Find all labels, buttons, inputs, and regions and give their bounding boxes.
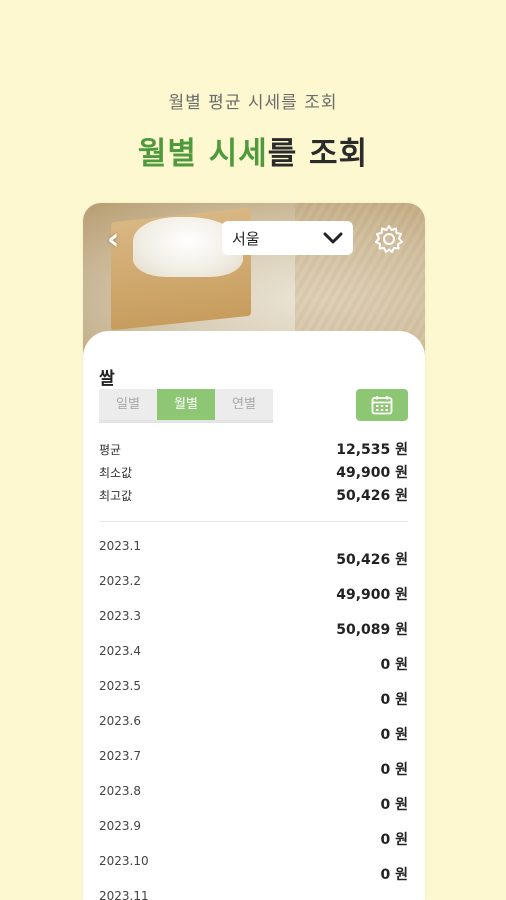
region-value: 서울 — [232, 229, 260, 248]
list-item: 2023.2 49,900 원 — [99, 574, 408, 609]
calendar-button[interactable] — [356, 389, 408, 421]
list-item-price: 50,426 원 — [336, 552, 408, 568]
region-select[interactable]: 서울 — [222, 221, 353, 255]
tab-monthly[interactable]: 월별 — [157, 389, 215, 420]
list-item-price: 0 원 — [380, 657, 409, 673]
list-item-date: 2023.7 — [99, 749, 141, 763]
list-item: 2023.9 0 원 — [99, 819, 408, 854]
list-item-date: 2023.4 — [99, 644, 141, 658]
list-item-date: 2023.3 — [99, 609, 141, 623]
promo-headline: 월별 시세를 조회 — [0, 128, 506, 173]
list-item: 2023.6 0 원 — [99, 714, 408, 749]
min-label: 최소값 — [99, 466, 133, 480]
list-item-date: 2023.2 — [99, 574, 141, 588]
summary-block: 평균 12,535 원 최소값 49,900 원 최고값 50,426 원 — [99, 439, 408, 508]
list-item-price: 0 원 — [380, 797, 409, 813]
list-item-price: 49,900 원 — [336, 587, 408, 603]
list-item-date: 2023.6 — [99, 714, 141, 728]
summary-min-row: 최소값 49,900 원 — [99, 462, 408, 485]
summary-max-row: 최고값 50,426 원 — [99, 485, 408, 508]
back-button[interactable]: ‹ — [107, 225, 131, 255]
list-item: 2023.1 50,426 원 — [99, 539, 408, 574]
monthly-price-list: 2023.1 50,426 원 2023.2 49,900 원 2023.3 50,0… — [99, 539, 408, 900]
list-item-price: 0 원 — [380, 762, 409, 778]
divider — [99, 521, 408, 522]
tab-yearly[interactable]: 연별 — [215, 389, 273, 420]
min-value: 49,900 원 — [336, 465, 408, 481]
average-label: 평균 — [99, 443, 122, 457]
period-tabs: 일별 월별 연별 — [99, 389, 273, 423]
list-item-date: 2023.1 — [99, 539, 141, 553]
list-item-price: 0 원 — [380, 692, 409, 708]
list-item-date: 2023.9 — [99, 819, 141, 833]
tab-daily[interactable]: 일별 — [99, 389, 157, 420]
list-item-date: 2023.10 — [99, 854, 149, 868]
headline-highlight: 월별 시세 — [137, 136, 268, 172]
list-item: 2023.3 50,089 원 — [99, 609, 408, 644]
calendar-icon — [371, 396, 393, 415]
summary-average-row: 평균 12,535 원 — [99, 439, 408, 462]
phone-screen: ‹ 서울 쌀 일별 월별 연별 평균 12,535 원 최소값 49,900 원… — [83, 203, 425, 900]
list-item: 2023.7 0 원 — [99, 749, 408, 784]
list-item: 2023.4 0 원 — [99, 644, 408, 679]
list-item-date: 2023.8 — [99, 784, 141, 798]
list-item: 2023.5 0 원 — [99, 679, 408, 714]
headline-rest: 를 조회 — [267, 136, 369, 172]
gear-icon[interactable] — [373, 223, 405, 255]
list-item-price: 0 원 — [380, 727, 409, 743]
list-item: 2023.11 — [99, 889, 408, 900]
price-card: 쌀 일별 월별 연별 평균 12,535 원 최소값 49,900 원 최고값 … — [83, 331, 425, 900]
chevron-left-icon: ‹ — [107, 222, 120, 257]
list-item-date: 2023.11 — [99, 889, 149, 900]
list-item: 2023.10 0 원 — [99, 854, 408, 889]
max-value: 50,426 원 — [336, 488, 408, 504]
list-item-price: 0 원 — [380, 832, 409, 848]
max-label: 최고값 — [99, 489, 133, 503]
list-item-date: 2023.5 — [99, 679, 141, 693]
promo-subtitle: 월별 평균 시세를 조회 — [168, 93, 338, 113]
chevron-down-icon — [323, 232, 343, 244]
list-item-price: 0 원 — [380, 867, 409, 883]
list-item: 2023.8 0 원 — [99, 784, 408, 819]
item-title: 쌀 — [99, 369, 115, 389]
list-item-price: 50,089 원 — [336, 622, 408, 638]
average-value: 12,535 원 — [336, 442, 408, 458]
